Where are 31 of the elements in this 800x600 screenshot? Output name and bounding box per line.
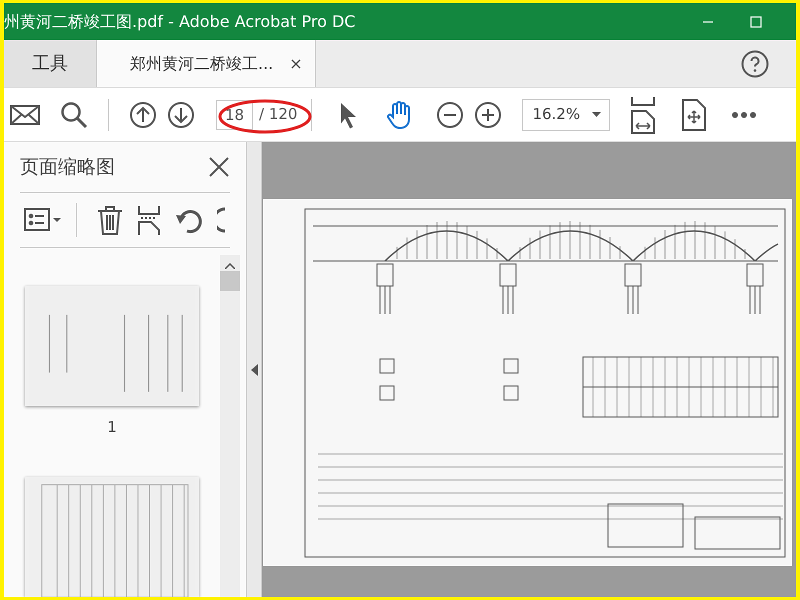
scroll-up-icon[interactable]	[225, 263, 235, 269]
window-title: 州黄河二桥竣工图.pdf - Adobe Acrobat Pro DC	[4, 10, 356, 32]
tab[interactable]: 郑州黄河二桥竣工... ×	[97, 40, 316, 87]
more-icon[interactable]	[731, 110, 758, 118]
zoom-dropdown[interactable]: 16.2%	[522, 98, 610, 130]
page-thumbnail[interactable]	[25, 476, 199, 597]
fit-width-icon[interactable]	[630, 96, 656, 134]
page-fit-icon[interactable]	[681, 98, 708, 130]
tab[interactable]: 工具	[4, 40, 97, 87]
mail-icon[interactable]	[10, 102, 40, 126]
zoom-in-icon[interactable]	[474, 100, 502, 128]
close-icon[interactable]	[208, 156, 230, 178]
search-icon[interactable]	[60, 100, 88, 128]
panel-title: 页面缩略图	[20, 154, 115, 180]
insert-pages-icon[interactable]	[137, 205, 161, 235]
caret-icon	[592, 112, 602, 117]
page-number-label: 1	[107, 417, 117, 438]
collapse-arrow-icon[interactable]	[250, 364, 258, 376]
arrow-up-icon[interactable]	[129, 100, 157, 128]
maximize-icon[interactable]	[750, 16, 762, 28]
pointer-icon[interactable]	[338, 100, 358, 128]
arrow-down-icon[interactable]	[167, 100, 195, 128]
thumbnail-options-icon[interactable]	[24, 207, 62, 233]
page-thumbnail[interactable]	[25, 286, 199, 406]
rotate-clockwise-icon[interactable]	[217, 206, 225, 234]
help-icon[interactable]	[740, 48, 770, 78]
tab-close-button[interactable]: ×	[289, 52, 303, 76]
page-total: / 120	[259, 104, 298, 126]
scrollbar-thumb[interactable]	[220, 271, 240, 291]
zoom-out-icon[interactable]	[436, 100, 464, 128]
trash-icon[interactable]	[97, 205, 123, 235]
